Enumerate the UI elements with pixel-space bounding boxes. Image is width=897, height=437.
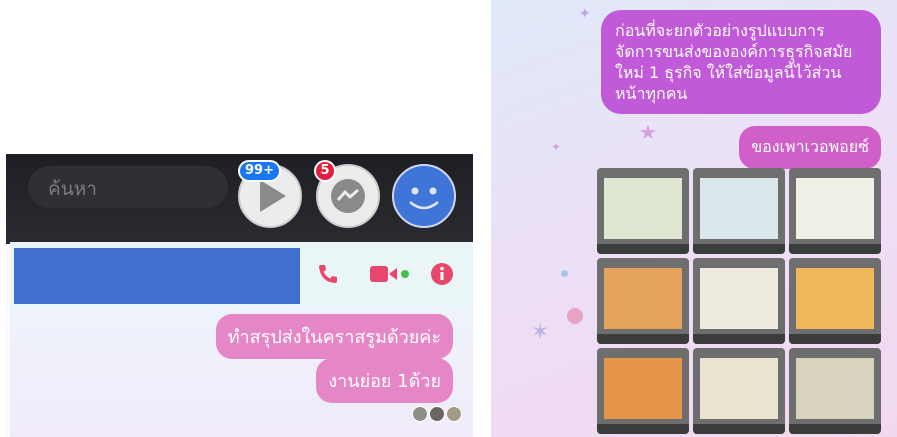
photo-grid[interactable]	[597, 168, 881, 437]
messenger-chat-panel: ค้นหา 99+ 5 ทำสรุปส่งในคราสรูมด้วยค่ะ งา…	[6, 154, 473, 437]
chat-message-bubble: ก่อนที่จะยกตัวอย่างรูปแบบการจัดการขนส่งข…	[601, 10, 881, 114]
photo-thumbnail[interactable]	[693, 168, 785, 254]
search-placeholder: ค้นหา	[48, 178, 97, 200]
info-icon[interactable]	[430, 262, 454, 286]
messenger-notification-badge: 5	[314, 160, 336, 182]
profile-avatar-icon	[409, 187, 439, 210]
profile-bubble-button[interactable]	[392, 164, 456, 228]
photo-thumbnail[interactable]	[789, 168, 881, 254]
top-bar: ค้นหา 99+ 5	[6, 154, 473, 244]
decorative-dot	[567, 308, 583, 324]
seen-avatar	[429, 406, 445, 422]
photo-thumbnail[interactable]	[789, 348, 881, 434]
video-call-icon[interactable]	[370, 264, 412, 284]
phone-icon[interactable]	[316, 262, 340, 286]
decorative-dot	[561, 270, 568, 277]
photo-thumbnail[interactable]	[597, 348, 689, 434]
search-input[interactable]: ค้นหา	[28, 166, 228, 208]
chat-message-bubble: งานย่อย 1ด้วย	[316, 358, 453, 403]
photo-thumbnail[interactable]	[597, 168, 689, 254]
photo-thumbnail[interactable]	[693, 348, 785, 434]
decorative-star: ★	[639, 120, 657, 144]
photo-thumbnail[interactable]	[693, 258, 785, 344]
messenger-chat-screenshot: ✦ ✦ ✶ ★ ก่อนที่จะยกตัวอย่างรูปแบบการจัดก…	[491, 0, 897, 437]
photo-thumbnail[interactable]	[597, 258, 689, 344]
video-notification-badge: 99+	[238, 160, 281, 182]
contact-name-redacted[interactable]	[14, 248, 300, 304]
chat-header	[10, 242, 473, 308]
chat-message-bubble: ของเพาเวอพอยซ์	[739, 126, 881, 169]
seen-avatar	[412, 406, 428, 422]
chat-window: ทำสรุปส่งในคราสรูมด้วยค่ะ งานย่อย 1ด้วย	[10, 242, 473, 437]
photo-thumbnail[interactable]	[789, 258, 881, 344]
decorative-star: ✦	[579, 6, 591, 22]
chat-message-bubble: ทำสรุปส่งในคราสรูมด้วยค่ะ	[215, 314, 453, 359]
seen-avatar	[446, 406, 462, 422]
decorative-star: ✦	[551, 140, 562, 154]
decorative-star: ✶	[531, 320, 550, 345]
